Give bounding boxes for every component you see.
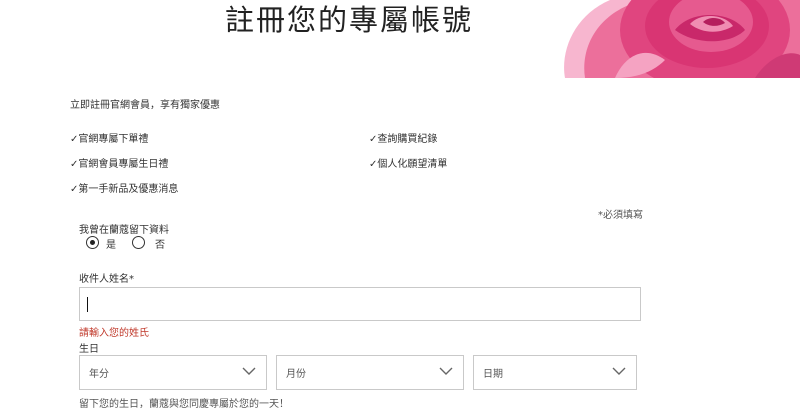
intro-text: 立即註冊官網會員，享有獨家優惠: [70, 100, 220, 111]
benefit-new-products: ✓第一手新品及優惠消息: [70, 184, 179, 195]
birth-day-select[interactable]: 日期: [473, 355, 637, 390]
benefit-birthday-gift: ✓官網會員專屬生日禮: [70, 159, 169, 170]
text-caret: [87, 297, 88, 312]
chevron-down-icon: [612, 367, 626, 375]
birthday-helper-text: 留下您的生日，蘭蔻與您同慶專屬於您的一天！: [79, 399, 289, 410]
rose-image: [555, 0, 800, 78]
birthday-label: 生日: [79, 344, 99, 355]
birth-month-placeholder: 月份: [286, 369, 306, 380]
required-note: *必須填寫: [598, 210, 643, 221]
radio-yes[interactable]: [86, 236, 99, 249]
name-error-message: 請輸入您的姓氏: [79, 328, 149, 339]
benefit-wishlist: ✓個人化願望清單: [369, 159, 448, 170]
chevron-down-icon: [242, 367, 256, 375]
radio-yes-label[interactable]: 是: [106, 236, 116, 251]
birth-year-placeholder: 年分: [89, 369, 109, 380]
page-title: 註冊您的專屬帳號: [225, 3, 474, 37]
chevron-down-icon: [439, 367, 453, 375]
birth-day-placeholder: 日期: [483, 369, 503, 380]
prior-data-question-label: 我曾在蘭蔻留下資料: [79, 225, 169, 236]
radio-no-label[interactable]: 否: [155, 236, 165, 251]
birth-year-select[interactable]: 年分: [79, 355, 267, 390]
name-input[interactable]: [79, 287, 641, 321]
benefit-purchase-history: ✓查詢購買紀錄: [369, 134, 438, 145]
birth-month-select[interactable]: 月份: [276, 355, 464, 390]
radio-no[interactable]: [132, 236, 145, 249]
benefit-order-gift: ✓官網專屬下單禮: [70, 134, 149, 145]
name-field-label: 收件人姓名*: [79, 274, 134, 285]
